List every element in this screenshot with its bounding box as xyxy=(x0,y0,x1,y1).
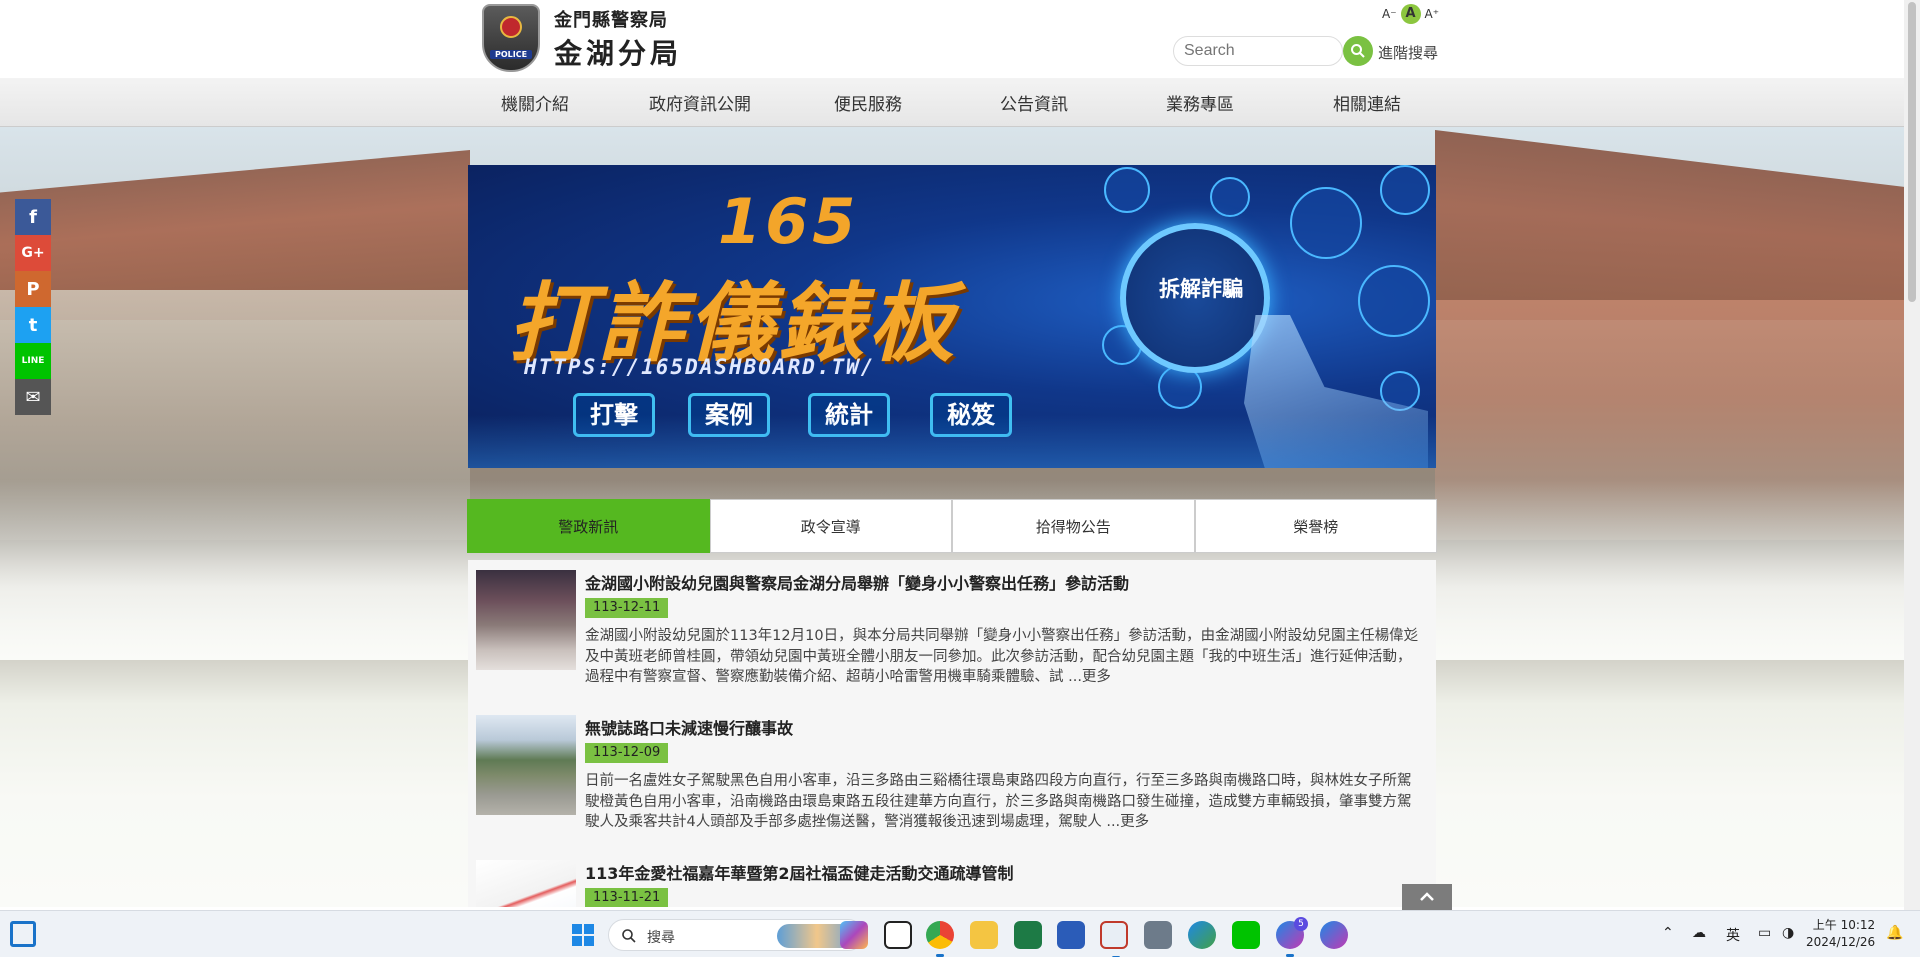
scrollbar-thumb[interactable] xyxy=(1908,2,1916,302)
site-header: POLICE 金門縣警察局 金湖分局 A⁻ A A⁺ 進階搜尋 xyxy=(0,0,1904,78)
snipping-tool-icon[interactable] xyxy=(1100,921,1128,957)
excel-icon[interactable] xyxy=(1014,921,1042,949)
news-date: 113-11-21 xyxy=(585,888,669,907)
plurk-icon[interactable]: P xyxy=(15,271,51,307)
system-clock[interactable]: 上午 10:12 2024/12/26 xyxy=(1806,917,1875,951)
banner-center-text: 拆解詐騙 xyxy=(1159,277,1243,301)
file-explorer-icon[interactable] xyxy=(970,921,998,949)
search-button[interactable] xyxy=(1343,36,1373,66)
copilot-icon[interactable] xyxy=(840,921,868,949)
tab-honor-roll[interactable]: 榮譽榜 xyxy=(1194,499,1437,553)
font-default-button[interactable]: A xyxy=(1400,4,1421,24)
emblem-icon xyxy=(500,16,522,38)
nav-item-services[interactable]: 便民服務 xyxy=(834,90,902,115)
display-icon[interactable]: ▭ xyxy=(1758,925,1771,941)
font-size-controls: A⁻ A A⁺ xyxy=(1382,4,1439,24)
org-parent-name: 金門縣警察局 xyxy=(554,10,668,31)
banner-center-ring: 拆解詐騙 xyxy=(1120,223,1270,373)
edge-icon[interactable] xyxy=(1188,921,1216,949)
coins-icon xyxy=(1290,187,1362,259)
news-list: 金湖國小附設幼兒園與警察局金湖分局舉辦「變身小小警察出任務」參訪活動 113-1… xyxy=(468,560,1436,907)
banner-165-dashboard[interactable]: 165 打詐儀錶板 HTTPS://165DASHBOARD.TW/ 打擊 案例… xyxy=(468,165,1436,468)
clock-time: 上午 10:12 xyxy=(1812,918,1876,932)
clock-date: 2024/12/26 xyxy=(1806,935,1876,949)
nav-item-gov-info[interactable]: 政府資訊公開 xyxy=(649,90,751,115)
chrome-icon[interactable] xyxy=(926,921,954,957)
start-button[interactable] xyxy=(572,924,594,946)
task-view-icon[interactable] xyxy=(884,921,912,949)
search-input[interactable] xyxy=(1174,37,1304,65)
banner-url: HTTPS://165DASHBOARD.TW/ xyxy=(524,355,876,379)
gamepad-icon xyxy=(1380,165,1430,215)
line-icon[interactable]: LINE xyxy=(15,343,51,379)
taskbar-search-label: 搜尋 xyxy=(647,930,675,946)
line-app-icon[interactable] xyxy=(1232,921,1260,949)
taskbar-search[interactable]: 搜尋 xyxy=(608,919,864,951)
facebook-icon[interactable]: f xyxy=(15,199,51,235)
advanced-search-link[interactable]: 進階搜尋 xyxy=(1378,42,1438,63)
news-date: 113-12-09 xyxy=(585,743,669,763)
widgets-icon[interactable] xyxy=(10,921,36,947)
search-box xyxy=(1173,36,1343,66)
logo-text: POLICE xyxy=(490,50,532,59)
news-title[interactable]: 無號誌路口未減速慢行釀事故 xyxy=(585,715,793,739)
search-icon xyxy=(622,929,636,943)
news-date: 113-12-11 xyxy=(585,598,669,618)
rocket-icon xyxy=(1104,167,1150,213)
search-icon xyxy=(1351,44,1365,58)
nav-item-about[interactable]: 機關介紹 xyxy=(501,90,569,115)
chart-icon xyxy=(1358,265,1430,337)
messenger-badge: 5 xyxy=(1294,917,1308,931)
police-logo[interactable]: POLICE xyxy=(482,4,540,72)
tab-lost-found[interactable]: 拾得物公告 xyxy=(952,499,1195,553)
nav-item-links[interactable]: 相關連結 xyxy=(1333,90,1401,115)
word-icon[interactable] xyxy=(1057,921,1085,949)
nav-item-business[interactable]: 業務專區 xyxy=(1166,90,1234,115)
ime-indicator[interactable]: 英 xyxy=(1726,925,1740,945)
news-thumbnail[interactable] xyxy=(476,570,576,670)
org-branch-name: 金湖分局 xyxy=(554,37,683,70)
news-title[interactable]: 113年金愛社福嘉年華暨第2屆社福盃健走活動交通疏導管制 xyxy=(585,860,1014,884)
email-icon[interactable]: ✉ xyxy=(15,379,51,415)
news-summary: 金湖國小附設幼兒園於113年12月10日，與本分局共同舉辦「變身小小警察出任務」… xyxy=(585,628,1419,685)
notification-bell-icon[interactable]: 🔔 xyxy=(1886,925,1903,941)
banner-number: 165 xyxy=(718,185,860,258)
back-to-top-button[interactable] xyxy=(1402,884,1452,910)
google-plus-icon[interactable]: G+ xyxy=(15,235,51,271)
social-share-bar: f G+ P t LINE ✉ xyxy=(15,199,51,415)
news-summary: 日前一名盧姓女子駕駛黑色自用小客車，沿三多路由三谿橋往環島東路四段方向直行，行至… xyxy=(585,773,1412,830)
chevron-up-icon[interactable]: ⌃ xyxy=(1662,925,1674,941)
news-tabs: 警政新訊 政令宣導 拾得物公告 榮譽榜 xyxy=(467,499,1437,553)
tab-police-news[interactable]: 警政新訊 xyxy=(467,499,710,553)
messenger-icon-2[interactable] xyxy=(1320,921,1348,949)
volume-icon[interactable]: ◑ xyxy=(1782,925,1794,941)
page-scrollbar[interactable] xyxy=(1904,0,1920,910)
monitor-icon xyxy=(1210,177,1250,217)
main-nav: 機關介紹 政府資訊公開 便民服務 公告資訊 業務專區 相關連結 xyxy=(0,78,1904,127)
onedrive-icon[interactable]: ☁ xyxy=(1692,925,1706,941)
chevron-up-icon xyxy=(1420,892,1434,901)
news-thumbnail[interactable] xyxy=(476,860,576,907)
windows-taskbar: 搜尋 5 ⌃ ☁ 英 ▭ ◑ 上午 10:12 2024/12/26 🔔 xyxy=(0,910,1920,957)
tab-policy-promotion[interactable]: 政令宣導 xyxy=(709,499,952,553)
calculator-icon[interactable] xyxy=(1144,921,1172,949)
font-larger-button[interactable]: A⁺ xyxy=(1425,7,1440,21)
twitter-icon[interactable]: t xyxy=(15,307,51,343)
banner-wave xyxy=(468,415,1436,468)
news-thumbnail[interactable] xyxy=(476,715,576,815)
font-smaller-button[interactable]: A⁻ xyxy=(1382,7,1397,21)
nav-item-announcements[interactable]: 公告資訊 xyxy=(1000,90,1068,115)
news-title[interactable]: 金湖國小附設幼兒園與警察局金湖分局舉辦「變身小小警察出任務」參訪活動 xyxy=(585,570,1129,594)
